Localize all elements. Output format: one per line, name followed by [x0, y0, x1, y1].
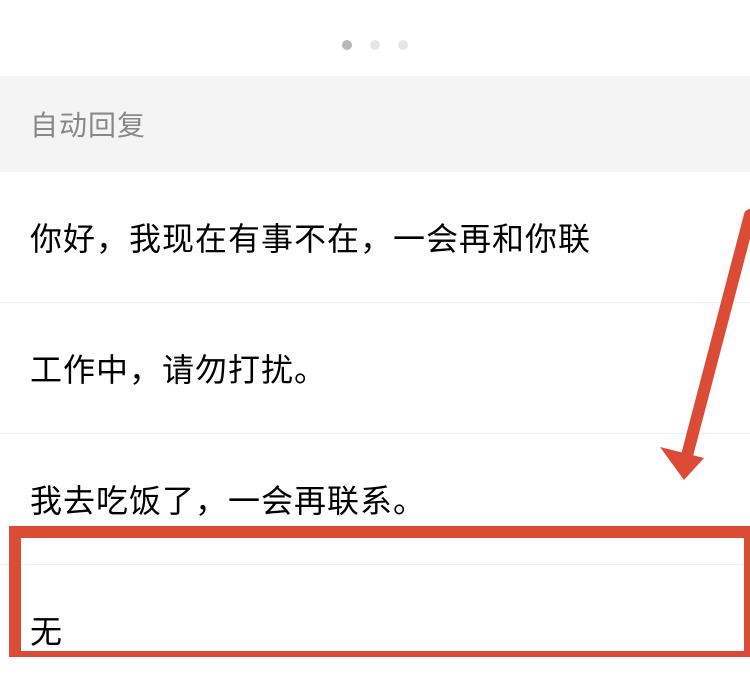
list-item[interactable]: 你好，我现在有事不在，一会再和你联 [0, 172, 750, 303]
auto-reply-list: 你好，我现在有事不在，一会再和你联 工作中，请勿打扰。 我去吃饭了，一会再联系。… [0, 172, 750, 695]
page-dot [398, 40, 408, 50]
pagination-indicator [0, 0, 750, 76]
page-dot-active [342, 40, 352, 50]
page-dot [370, 40, 380, 50]
list-item[interactable]: 工作中，请勿打扰。 [0, 303, 750, 434]
list-item[interactable]: 我去吃饭了，一会再联系。 [0, 434, 750, 565]
list-item[interactable]: 无 [0, 565, 750, 695]
section-header: 自动回复 [0, 76, 750, 172]
